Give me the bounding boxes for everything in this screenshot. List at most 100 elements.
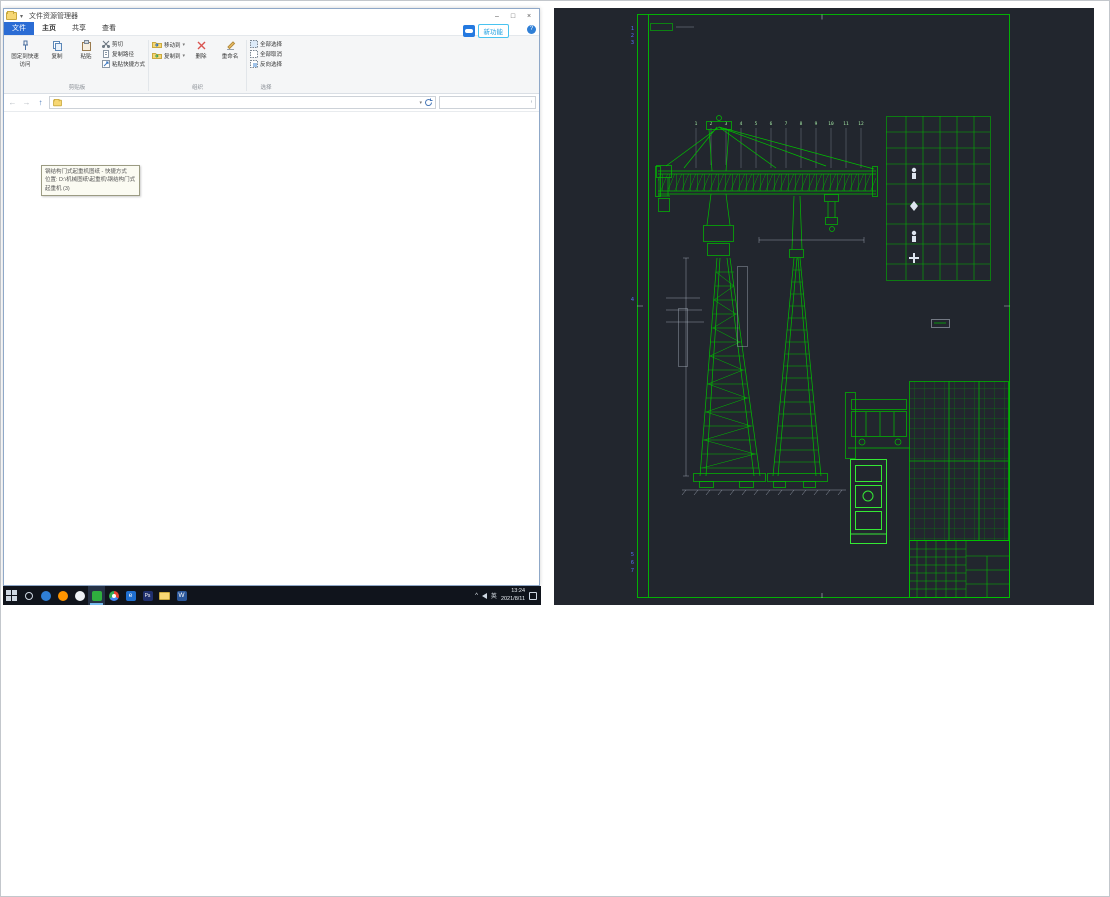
path-icon <box>103 50 109 58</box>
svg-text:1: 1 <box>631 26 634 32</box>
cut-button[interactable]: 剪切 <box>102 40 145 48</box>
notification-center-icon[interactable] <box>529 591 537 600</box>
tab-view[interactable]: 查看 <box>94 22 124 35</box>
folder-content-area[interactable]: 钢结构门式起重机图纸 - 快捷方式 位置: D:\机械图纸\起重机\钢结构门式起… <box>4 112 539 585</box>
paste-shortcut-button[interactable]: 粘贴快捷方式 <box>102 60 145 68</box>
taskbar-icon-firefox[interactable] <box>54 586 71 605</box>
chrome-icon <box>108 590 119 601</box>
quick-access-toolbar-caret-icon[interactable]: ▾ <box>20 13 23 20</box>
promo-area: 新功能 <box>462 24 509 38</box>
cad-viewport[interactable]: 1 2 3 4 5 6 7 1 2 3 4 5 6 7 8 9 10 11 12 <box>554 8 1094 605</box>
svg-text:3: 3 <box>631 40 634 46</box>
copy-path-button[interactable]: 复制路径 <box>102 50 145 58</box>
cad-canvas: 1 2 3 4 5 6 7 1 2 3 4 5 6 7 8 9 10 11 12 <box>631 14 1010 598</box>
select-all-button[interactable]: 全部选择 <box>250 40 282 48</box>
address-toolbar: ← → ↑ ▾ <box>4 94 539 112</box>
maximize-button[interactable]: □ <box>505 10 521 23</box>
tab-home[interactable]: 主页 <box>34 22 64 35</box>
select-all-icon <box>250 40 259 48</box>
paste-icon <box>81 40 91 51</box>
invert-selection-button[interactable]: 反向选择 <box>250 60 282 68</box>
search-box[interactable] <box>439 96 536 109</box>
taskbar-icon-wechat-active[interactable] <box>88 586 105 605</box>
minimize-button[interactable]: – <box>489 10 505 23</box>
move-to-button[interactable]: 移动到 ▾ <box>152 40 185 49</box>
taskbar-icon-photoshop[interactable]: Ps <box>139 586 156 605</box>
tray-chevron-icon[interactable]: ^ <box>475 593 478 599</box>
svg-text:4: 4 <box>740 121 743 127</box>
volume-icon[interactable] <box>481 592 487 599</box>
group-label-clipboard: 剪贴板 <box>68 85 86 91</box>
taskbar-icon-ie[interactable]: e <box>122 586 139 605</box>
qq-icon <box>74 590 85 601</box>
delete-button[interactable]: 删除 <box>188 38 214 62</box>
clock-date: 2021/8/11 <box>500 595 525 602</box>
help-button[interactable]: ? <box>527 25 536 34</box>
taskbar-icon-chrome[interactable] <box>105 586 122 605</box>
shortcut-tooltip: 钢结构门式起重机图纸 - 快捷方式 位置: D:\机械图纸\起重机\钢结构门式起… <box>41 165 140 196</box>
crane-elevation <box>655 115 878 488</box>
screenshot-canvas: { "explorer": { "title": "文件资源管理器", "con… <box>0 0 1110 897</box>
parts-table <box>886 116 991 281</box>
system-tray: ^ 英 13:24 2021/8/11 <box>475 588 541 602</box>
address-input[interactable] <box>65 97 418 108</box>
search-icon <box>531 99 532 104</box>
move-to-icon <box>152 42 163 48</box>
edge-icon <box>40 590 51 601</box>
pin-icon <box>22 40 28 50</box>
select-none-button[interactable]: 全部取消 <box>250 50 282 58</box>
paste-button[interactable]: 粘贴 <box>73 38 99 62</box>
schedule-table <box>909 381 1009 541</box>
refresh-icon[interactable] <box>424 98 433 107</box>
address-dropdown-caret-icon[interactable]: ▾ <box>419 100 422 106</box>
photoshop-icon: Ps <box>142 590 153 601</box>
rename-button[interactable]: 重命名 <box>217 38 243 62</box>
trolley-detail-view <box>845 392 910 459</box>
forward-button[interactable]: → <box>21 98 32 107</box>
search-input[interactable] <box>443 97 531 108</box>
pin-quick-access-button[interactable]: 固定到快速访问 <box>9 38 41 70</box>
taskbar-clock[interactable]: 13:24 2021/8/11 <box>501 588 525 602</box>
start-button[interactable] <box>3 586 20 605</box>
tab-share[interactable]: 共享 <box>64 22 94 35</box>
title-bar[interactable]: ▾ 文件资源管理器 – □ × <box>4 9 539 23</box>
copy-button[interactable]: 复制 <box>44 38 70 62</box>
copy-icon <box>52 41 62 51</box>
tooltip-location: 位置: D:\机械图纸\起重机\钢结构门式起重机 (3) <box>45 177 136 192</box>
taskbar-icon-edge[interactable] <box>37 586 54 605</box>
svg-text:9: 9 <box>815 121 818 127</box>
promo-button[interactable]: 新功能 <box>477 24 509 38</box>
rename-icon <box>226 41 235 50</box>
word-icon: W <box>176 590 187 601</box>
firefox-icon <box>57 590 68 601</box>
close-button[interactable]: × <box>521 10 537 23</box>
input-language-indicator[interactable]: 英 <box>491 591 497 600</box>
tab-file[interactable]: 文件 <box>4 22 34 35</box>
callout-numbers: 1 2 3 4 5 6 7 8 9 10 11 12 <box>695 121 864 127</box>
file-explorer-window: ▾ 文件资源管理器 – □ × 文件 主页 共享 查看 新功能 ? 固定到快速访… <box>3 8 540 586</box>
taskbar-search-button[interactable] <box>20 586 37 605</box>
svg-text:7: 7 <box>785 121 788 127</box>
windows-logo-icon <box>6 590 17 601</box>
taskbar-icon-word[interactable]: W <box>173 586 190 605</box>
ribbon: 固定到快速访问 复制 粘贴 剪切 复制路径 粘贴快捷方式 剪贴板 移动到 ▾ 复… <box>4 36 539 94</box>
copy-to-button[interactable]: 复制到 ▾ <box>152 51 185 60</box>
back-button[interactable]: ← <box>7 98 18 107</box>
ribbon-group-clipboard: 固定到快速访问 复制 粘贴 剪切 复制路径 粘贴快捷方式 剪贴板 <box>6 38 148 93</box>
copy-to-icon <box>152 53 163 59</box>
svg-text:2: 2 <box>631 33 634 39</box>
svg-text:2: 2 <box>710 121 713 127</box>
taskbar-icon-explorer[interactable] <box>156 586 173 605</box>
svg-text:5: 5 <box>755 121 758 127</box>
up-button[interactable]: ↑ <box>35 98 46 107</box>
invert-selection-icon <box>250 60 259 68</box>
svg-text:12: 12 <box>858 121 864 127</box>
windows-taskbar: e Ps W ^ 英 13:24 2021/8/11 <box>3 586 541 605</box>
taskbar-icon-qq[interactable] <box>71 586 88 605</box>
ribbon-group-organize: 移动到 ▾ 复制到 ▾ 删除 重命名 组织 <box>149 38 246 93</box>
location-icon <box>53 98 62 106</box>
svg-text:8: 8 <box>800 121 803 127</box>
address-bar[interactable]: ▾ <box>49 96 436 109</box>
svg-text:10: 10 <box>828 121 834 127</box>
folder-icon <box>159 591 170 600</box>
